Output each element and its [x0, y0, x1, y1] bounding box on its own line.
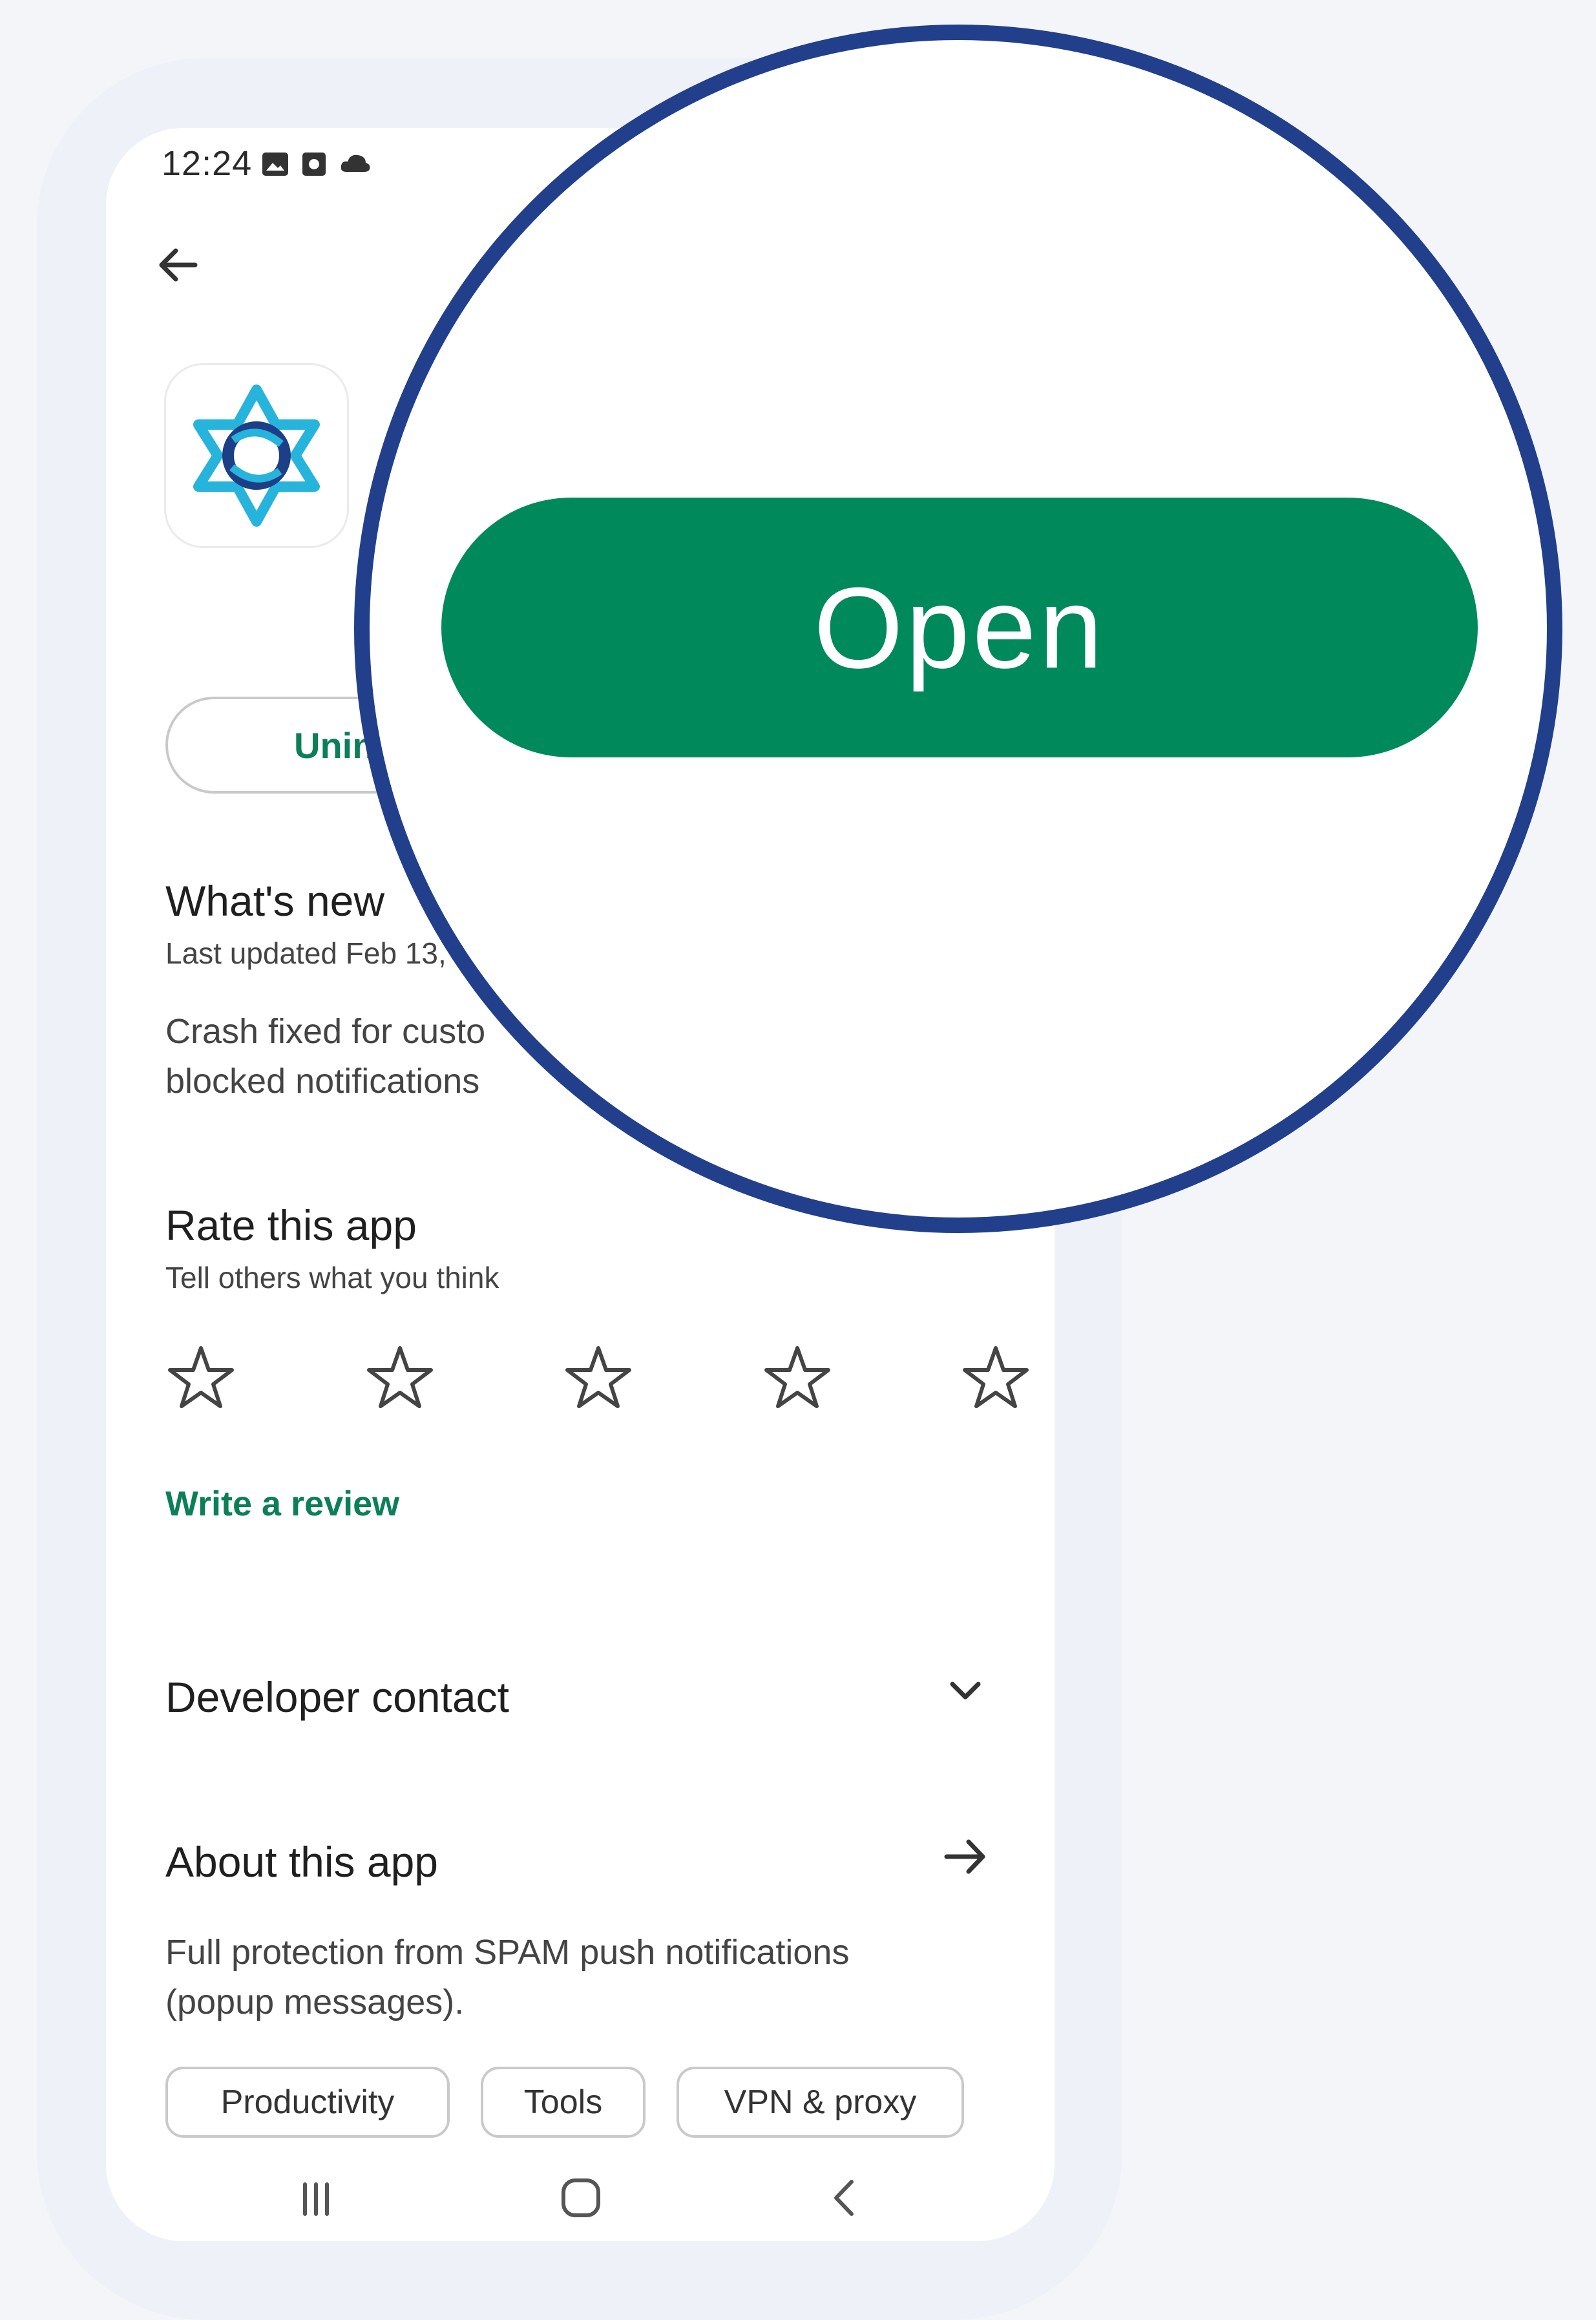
chevron-down-icon[interactable]: [940, 1665, 991, 1716]
status-time: 12:24: [162, 144, 253, 183]
image-icon: [262, 153, 288, 176]
star-2-icon[interactable]: [364, 1343, 436, 1414]
chip-vpn-proxy[interactable]: VPN & proxy: [677, 2067, 964, 2138]
status-icons: [261, 151, 372, 177]
star-1-icon[interactable]: [165, 1343, 236, 1414]
photo-icon: [302, 153, 326, 176]
star-rating: [165, 1343, 1031, 1414]
whats-new-body: Crash fixed for custo blocked notificati…: [165, 1007, 485, 1106]
rate-subtitle: Tell others what you think: [165, 1261, 499, 1294]
rate-title: Rate this app: [165, 1201, 417, 1249]
app-icon: [164, 363, 349, 548]
whats-new-line-1: Crash fixed for custo: [165, 1012, 486, 1051]
about-line-1: Full protection from SPAM push notificat…: [165, 1933, 850, 1972]
star-3-icon[interactable]: [563, 1343, 634, 1414]
recents-icon[interactable]: [293, 2177, 339, 2222]
star-logo-icon: [193, 385, 320, 527]
last-updated-text: Last updated Feb 13,: [165, 936, 446, 970]
about-body: Full protection from SPAM push notificat…: [165, 1928, 849, 2027]
star-4-icon[interactable]: [762, 1343, 833, 1414]
whats-new-title: What's new: [165, 877, 385, 925]
home-icon[interactable]: [558, 2175, 604, 2220]
cloud-icon: [341, 154, 370, 172]
back-arrow-icon[interactable]: [152, 239, 204, 291]
navigation-bar: [106, 2164, 1055, 2241]
developer-contact-title[interactable]: Developer contact: [165, 1672, 509, 1722]
about-line-2: (popup messages).: [165, 1983, 465, 2021]
arrow-right-icon[interactable]: [936, 1828, 994, 1886]
back-icon[interactable]: [823, 2175, 868, 2220]
whats-new-line-2: blocked notifications: [165, 1062, 480, 1101]
star-5-icon[interactable]: [960, 1343, 1031, 1414]
about-title[interactable]: About this app: [165, 1837, 438, 1886]
chip-productivity[interactable]: Productivity: [165, 2067, 450, 2138]
chip-tools[interactable]: Tools: [481, 2067, 646, 2138]
write-review-link[interactable]: Write a review: [165, 1484, 399, 1524]
open-button[interactable]: Open: [441, 498, 1478, 757]
